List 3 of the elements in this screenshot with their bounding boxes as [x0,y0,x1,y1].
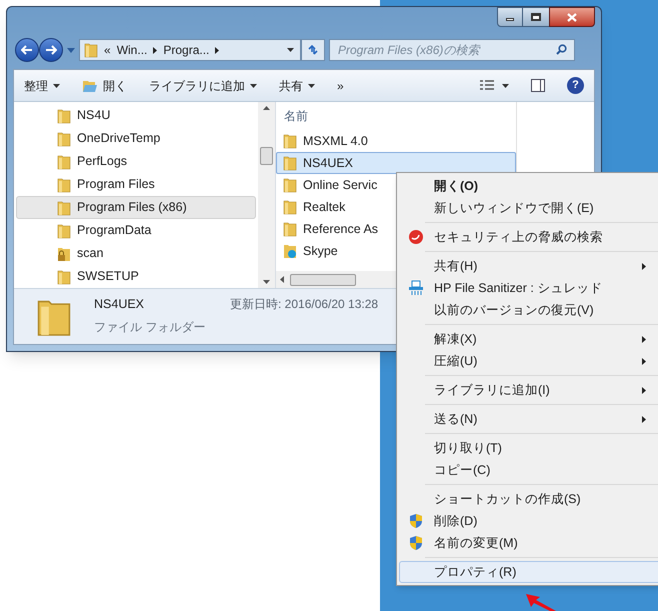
modified-date: 更新日時: 2016/06/20 13:28 [230,296,378,313]
item-type: ファイル フォルダー [94,318,206,336]
item-name: NS4UEX [94,296,146,313]
